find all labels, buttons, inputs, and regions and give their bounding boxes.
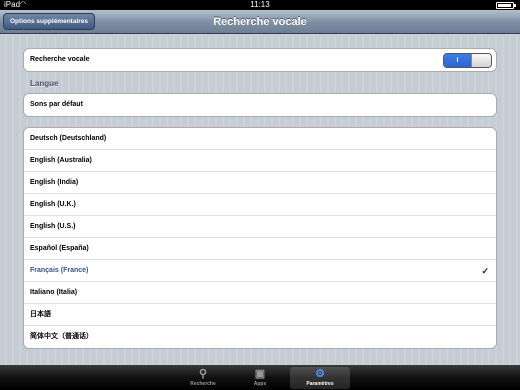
voice-search-group: Recherche vocale I — [23, 48, 497, 72]
toggle-knob — [471, 54, 491, 67]
gear-icon: ⚙ — [315, 368, 325, 380]
language-label: Italiano (Italia) — [30, 289, 78, 296]
tab-bar: ⚲ Recherche ▣ Apps ⚙ Paramètres — [0, 365, 520, 390]
language-label: Español (España) — [30, 245, 89, 252]
language-label: Deutsch (Deutschland) — [30, 135, 107, 142]
language-label: English (Australia) — [30, 157, 92, 164]
apps-icon: ▣ — [254, 368, 266, 380]
language-label: English (U.K.) — [30, 201, 76, 208]
language-label: Français (France) — [30, 267, 89, 274]
default-sounds-row[interactable]: Sons par défaut — [24, 94, 496, 116]
language-option[interactable]: Español (España) — [24, 238, 496, 260]
language-option[interactable]: Français (France) ✓ — [24, 260, 496, 282]
battery-icon — [496, 2, 516, 9]
language-option[interactable]: Italiano (Italia) — [24, 282, 496, 304]
page-title: Recherche vocale — [213, 16, 307, 28]
tab-recherche[interactable]: ⚲ Recherche — [173, 367, 233, 389]
language-option[interactable]: English (India) — [24, 172, 496, 194]
language-label: English (U.S.) — [30, 223, 76, 230]
language-label: 日本語 — [30, 311, 51, 318]
tab-apps[interactable]: ▣ Apps — [230, 367, 290, 389]
navigation-bar: Options supplémentaires Recherche vocale — [0, 10, 520, 34]
voice-search-toggle[interactable]: I — [443, 53, 492, 68]
language-option[interactable]: 日本語 — [24, 304, 496, 326]
tab-parametres[interactable]: ⚙ Paramètres — [290, 367, 350, 389]
checkmark-icon: ✓ — [481, 266, 489, 276]
tab-label: Paramètres — [306, 381, 334, 387]
language-option[interactable]: English (U.S.) — [24, 216, 496, 238]
tab-label: Apps — [253, 381, 267, 387]
voice-search-label: Recherche vocale — [30, 56, 90, 63]
language-option[interactable]: English (U.K.) — [24, 194, 496, 216]
voice-search-row: Recherche vocale I — [24, 49, 496, 71]
tab-label: Recherche — [190, 381, 216, 387]
language-option[interactable]: 简体中文（普通话） — [24, 326, 496, 348]
language-label: English (India) — [30, 179, 79, 186]
language-label: 简体中文（普通话） — [30, 333, 93, 340]
clock: 11:13 — [250, 0, 270, 9]
language-option[interactable]: English (Australia) — [24, 150, 496, 172]
toggle-on-label: I — [444, 54, 471, 67]
language-option[interactable]: Deutsch (Deutschland) — [24, 128, 496, 150]
default-sounds-group: Sons par défaut — [23, 93, 497, 117]
settings-content: Recherche vocale I Langue Sons par défau… — [0, 35, 520, 365]
language-list: Deutsch (Deutschland) English (Australia)… — [23, 127, 497, 349]
section-header-language: Langue — [30, 79, 59, 88]
search-icon: ⚲ — [198, 368, 208, 380]
status-bar: iPad ◠ 11:13 — [0, 0, 520, 10]
